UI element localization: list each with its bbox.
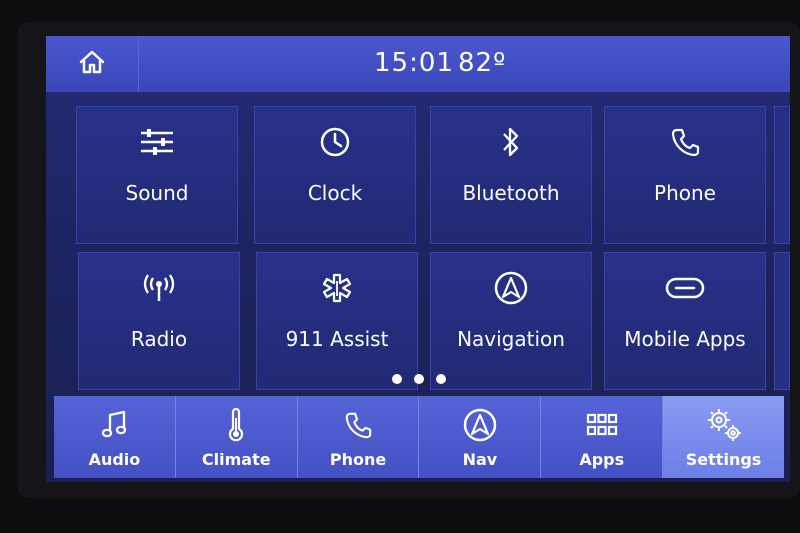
- bottom-nav-label: Audio: [88, 450, 141, 469]
- tile-911-assist[interactable]: 911 Assist: [256, 252, 418, 390]
- tile-phone[interactable]: Phone: [604, 106, 766, 244]
- tile-label: Phone: [654, 181, 716, 205]
- bottom-nav-label: Apps: [579, 450, 625, 469]
- tile-offscreen-edge: [774, 106, 790, 244]
- phone-icon: [343, 408, 373, 442]
- tile-navigation[interactable]: Navigation: [430, 252, 592, 390]
- bottom-nav-apps[interactable]: Apps: [541, 396, 664, 478]
- thermometer-icon: [227, 408, 245, 442]
- tile-sound[interactable]: Sound: [76, 106, 238, 244]
- bottom-nav-label: Settings: [685, 450, 762, 469]
- app-grid-icon: [586, 408, 618, 442]
- bottom-nav-phone[interactable]: Phone: [298, 396, 420, 478]
- status-bar: 15:01 82º: [46, 36, 790, 92]
- gears-icon: [705, 408, 743, 442]
- tile-radio[interactable]: Radio: [78, 252, 240, 390]
- home-button[interactable]: [46, 36, 139, 92]
- bluetooth-icon: [499, 125, 523, 159]
- mobile-apps-icon: [665, 271, 705, 305]
- bottom-nav-label: Nav: [462, 450, 498, 469]
- equalizer-icon: [139, 125, 175, 159]
- bottom-nav-settings[interactable]: Settings: [663, 396, 784, 478]
- tile-label: Bluetooth: [462, 181, 560, 205]
- page-indicator[interactable]: [392, 374, 446, 384]
- antenna-icon: [142, 271, 176, 305]
- star-of-life-icon: [321, 271, 353, 305]
- tile-label: Radio: [130, 327, 188, 351]
- phone-icon: [669, 125, 701, 159]
- bottom-nav-label: Phone: [329, 450, 387, 469]
- page-dot[interactable]: [436, 374, 446, 384]
- tile-offscreen-edge: [774, 252, 790, 390]
- bottom-nav-bar: Audio Climate Phone Nav Apps Settings: [54, 396, 784, 478]
- infotainment-screen: 15:01 82º Sound Clock Bluetooth Phone Ra…: [46, 36, 790, 482]
- home-icon: [78, 48, 106, 80]
- tile-label: Mobile Apps: [624, 327, 746, 351]
- page-dot[interactable]: [414, 374, 424, 384]
- bottom-nav-nav[interactable]: Nav: [419, 396, 542, 478]
- outside-temperature: 82º: [458, 48, 507, 78]
- clock-icon: [319, 125, 351, 159]
- tile-clock[interactable]: Clock: [254, 106, 416, 244]
- tile-label: 911 Assist: [285, 327, 389, 351]
- bottom-nav-climate[interactable]: Climate: [176, 396, 298, 478]
- music-note-icon: [100, 408, 128, 442]
- page-dot[interactable]: [392, 374, 402, 384]
- tile-bluetooth[interactable]: Bluetooth: [430, 106, 592, 244]
- tile-label: Navigation: [457, 327, 565, 351]
- bottom-nav-audio[interactable]: Audio: [54, 396, 176, 478]
- tile-mobile-apps[interactable]: Mobile Apps: [604, 252, 766, 390]
- tile-label: Clock: [307, 181, 363, 205]
- tile-label: Sound: [125, 181, 189, 205]
- navigation-arrow-icon: [494, 271, 528, 305]
- bottom-nav-label: Climate: [201, 450, 271, 469]
- navigation-arrow-icon: [463, 408, 497, 442]
- clock-time: 15:01: [374, 48, 454, 78]
